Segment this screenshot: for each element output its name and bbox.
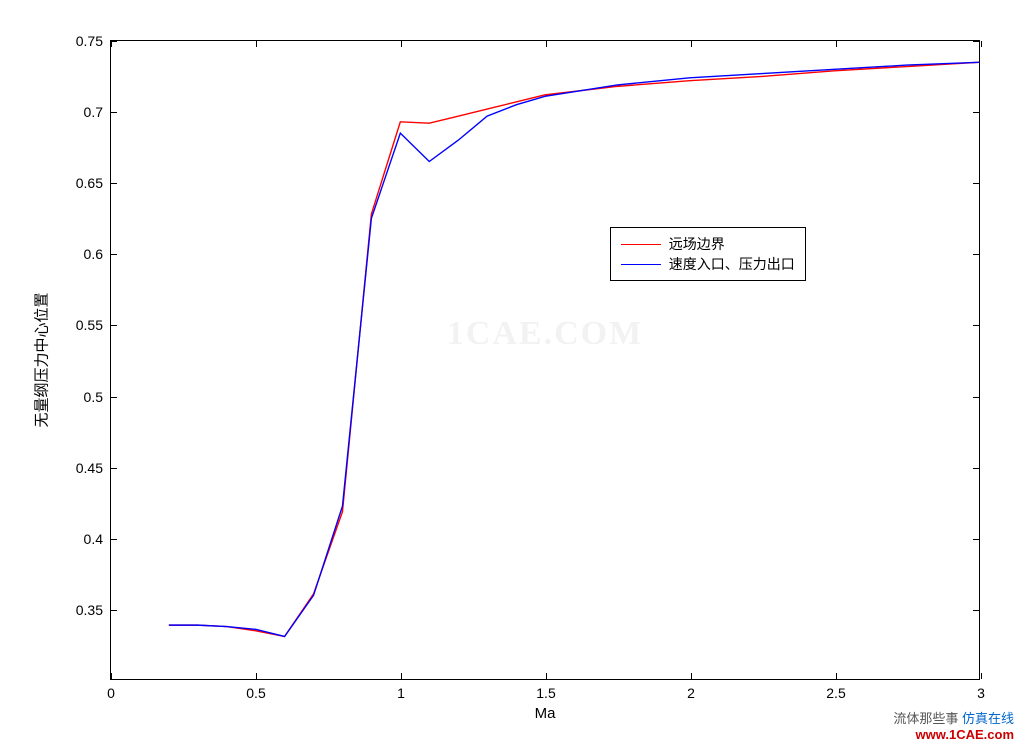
footer-line2: www.1CAE.com — [893, 727, 1014, 742]
x-tick-mark — [111, 41, 112, 47]
x-tick-label: 2 — [687, 685, 695, 701]
y-tick-mark — [111, 610, 117, 611]
x-tick-mark — [836, 41, 837, 47]
x-tick-mark — [256, 41, 257, 47]
y-tick-mark — [111, 468, 117, 469]
x-tick-mark — [981, 673, 982, 679]
legend-swatch-1 — [621, 244, 661, 245]
y-tick-label: 0.65 — [76, 175, 103, 191]
y-tick-mark — [973, 183, 979, 184]
y-tick-label: 0.7 — [84, 104, 103, 120]
plot-area: 1CAE.COM 远场边界 速度入口、压力出口 Ma 无量纲压力中心位置 0.3… — [110, 40, 980, 680]
x-axis-label: Ma — [535, 705, 556, 722]
y-tick-mark — [111, 112, 117, 113]
y-tick-label: 0.75 — [76, 33, 103, 49]
x-tick-mark — [691, 41, 692, 47]
x-tick-mark — [401, 41, 402, 47]
x-tick-label: 2.5 — [826, 685, 845, 701]
x-tick-mark — [256, 673, 257, 679]
legend-swatch-2 — [621, 264, 661, 265]
x-tick-label: 0 — [107, 685, 115, 701]
footer-line1: 流体那些事 仿真在线 — [893, 708, 1014, 727]
x-tick-mark — [836, 673, 837, 679]
footer-credit: 流体那些事 仿真在线 www.1CAE.com — [893, 708, 1014, 742]
y-tick-mark — [111, 539, 117, 540]
y-tick-mark — [973, 112, 979, 113]
y-tick-label: 0.35 — [76, 602, 103, 618]
y-tick-mark — [973, 468, 979, 469]
x-tick-label: 1.5 — [536, 685, 555, 701]
x-tick-label: 3 — [977, 685, 985, 701]
legend-item-2: 速度入口、压力出口 — [621, 254, 795, 274]
x-tick-label: 0.5 — [246, 685, 265, 701]
y-tick-mark — [973, 325, 979, 326]
y-tick-mark — [111, 254, 117, 255]
x-tick-mark — [401, 673, 402, 679]
plot-svg — [111, 41, 979, 679]
y-tick-mark — [973, 254, 979, 255]
legend-label-1: 远场边界 — [669, 234, 725, 254]
legend-label-2: 速度入口、压力出口 — [669, 254, 795, 274]
y-axis-label: 无量纲压力中心位置 — [31, 292, 52, 427]
y-tick-label: 0.6 — [84, 246, 103, 262]
y-tick-mark — [111, 183, 117, 184]
x-tick-mark — [691, 673, 692, 679]
y-tick-mark — [111, 397, 117, 398]
series-line-2 — [169, 62, 979, 636]
x-tick-mark — [546, 673, 547, 679]
y-tick-mark — [973, 397, 979, 398]
chart-container: 1CAE.COM 远场边界 速度入口、压力出口 Ma 无量纲压力中心位置 0.3… — [0, 0, 1024, 748]
legend-item-1: 远场边界 — [621, 234, 795, 254]
x-tick-label: 1 — [397, 685, 405, 701]
y-tick-label: 0.45 — [76, 460, 103, 476]
y-tick-label: 0.5 — [84, 389, 103, 405]
x-tick-mark — [111, 673, 112, 679]
y-tick-mark — [973, 41, 979, 42]
y-tick-label: 0.4 — [84, 531, 103, 547]
y-tick-mark — [111, 325, 117, 326]
y-tick-mark — [973, 610, 979, 611]
y-tick-mark — [973, 539, 979, 540]
x-tick-mark — [981, 41, 982, 47]
series-line-1 — [169, 62, 979, 636]
legend-box: 远场边界 速度入口、压力出口 — [610, 227, 806, 281]
y-tick-label: 0.55 — [76, 317, 103, 333]
x-tick-mark — [546, 41, 547, 47]
